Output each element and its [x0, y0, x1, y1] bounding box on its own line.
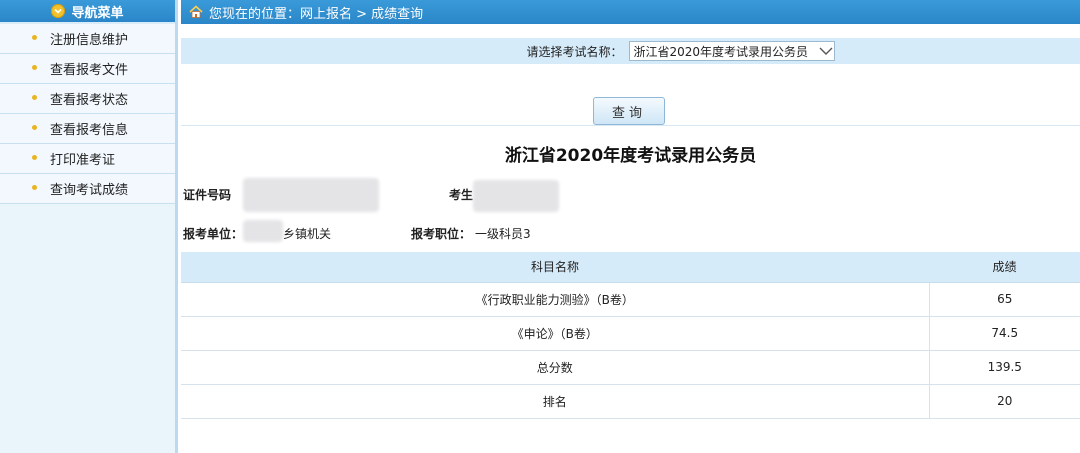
table-row: 《行政职业能力测验》（B卷） 65 — [181, 282, 1080, 317]
sidebar-item-view-info[interactable]: 查看报考信息 — [0, 114, 175, 144]
bullet-icon — [32, 125, 37, 130]
bullet-icon — [32, 65, 37, 70]
exam-select-label: 请选择考试名称： — [526, 44, 623, 59]
cell-score: 139.5 — [928, 350, 1080, 385]
sidebar: 导航菜单 注册信息维护 查看报考文件 查看报考状态 查看报考信息 打印准考证 查… — [0, 0, 178, 453]
breadcrumb: 您现在的位置：网上报名 > 成绩查询 — [209, 6, 424, 22]
bullet-icon — [32, 35, 37, 40]
divider — [181, 125, 1080, 126]
main-content: 请选择考试名称： 浙江省2020年度考试录用公务员 查询 浙江省2020年度考试… — [181, 24, 1080, 453]
table-row: 排名 20 — [181, 384, 1080, 419]
redacted-unit-prefix — [243, 220, 283, 242]
chevron-down-circle-icon — [51, 4, 66, 18]
table-header-row: 科目名称 成绩 — [181, 252, 1080, 283]
table-row: 《申论》（B卷） 74.5 — [181, 316, 1080, 351]
sidebar-item-view-status[interactable]: 查看报考状态 — [0, 84, 175, 114]
cell-subject: 《申论》（B卷） — [181, 316, 929, 351]
cell-score: 74.5 — [928, 316, 1080, 351]
sidebar-item-label: 查看报考信息 — [50, 123, 129, 138]
sidebar-item-register-info[interactable]: 注册信息维护 — [0, 24, 175, 54]
sidebar-item-query-scores[interactable]: 查询考试成绩 — [0, 174, 175, 204]
sidebar-item-label: 查看报考文件 — [50, 63, 129, 78]
breadcrumb-bar: 您现在的位置：网上报名 > 成绩查询 — [181, 0, 1080, 24]
sidebar-item-label: 查看报考状态 — [50, 93, 129, 108]
home-icon — [189, 5, 203, 19]
redacted-candidate-name — [473, 180, 559, 212]
redacted-id-number — [243, 178, 379, 212]
cell-score: 65 — [928, 282, 1080, 317]
unit-value: 乡镇机关 — [283, 227, 332, 241]
cell-subject: 排名 — [181, 384, 929, 419]
chevron-down-icon — [818, 45, 834, 57]
exam-select-bar: 请选择考试名称： 浙江省2020年度考试录用公务员 — [181, 38, 1080, 64]
query-button[interactable]: 查询 — [593, 97, 665, 125]
exam-select-dropdown[interactable]: 浙江省2020年度考试录用公务员 — [628, 41, 835, 61]
position-label: 报考职位： — [411, 227, 472, 241]
header-subject: 科目名称 — [181, 252, 929, 283]
sidebar-item-label: 查询考试成绩 — [50, 183, 129, 198]
bullet-icon — [32, 185, 37, 190]
header-score: 成绩 — [929, 252, 1080, 283]
score-table: 科目名称 成绩 《行政职业能力测验》（B卷） 65 《申论》（B卷） 74.5 … — [181, 252, 1080, 419]
position-value: 一级科员3 — [475, 227, 531, 241]
exam-select-value: 浙江省2020年度考试录用公务员 — [633, 44, 809, 59]
cell-subject: 《行政职业能力测验》（B卷） — [181, 282, 929, 317]
id-number-label: 证件号码 — [183, 188, 232, 202]
table-row: 总分数 139.5 — [181, 350, 1080, 385]
sidebar-item-label: 注册信息维护 — [50, 33, 129, 48]
sidebar-title: 导航菜单 — [71, 5, 124, 21]
sidebar-header: 导航菜单 — [0, 0, 175, 24]
bullet-icon — [32, 95, 37, 100]
result-title: 浙江省2020年度考试录用公务员 — [504, 146, 757, 166]
sidebar-item-label: 打印准考证 — [50, 153, 116, 168]
cell-subject: 总分数 — [181, 350, 929, 385]
candidate-name-label: 考生 — [449, 188, 474, 202]
unit-label: 报考单位： — [183, 227, 244, 241]
sidebar-item-view-files[interactable]: 查看报考文件 — [0, 54, 175, 84]
bullet-icon — [32, 155, 37, 160]
sidebar-item-print-ticket[interactable]: 打印准考证 — [0, 144, 175, 174]
cell-score: 20 — [928, 384, 1080, 419]
